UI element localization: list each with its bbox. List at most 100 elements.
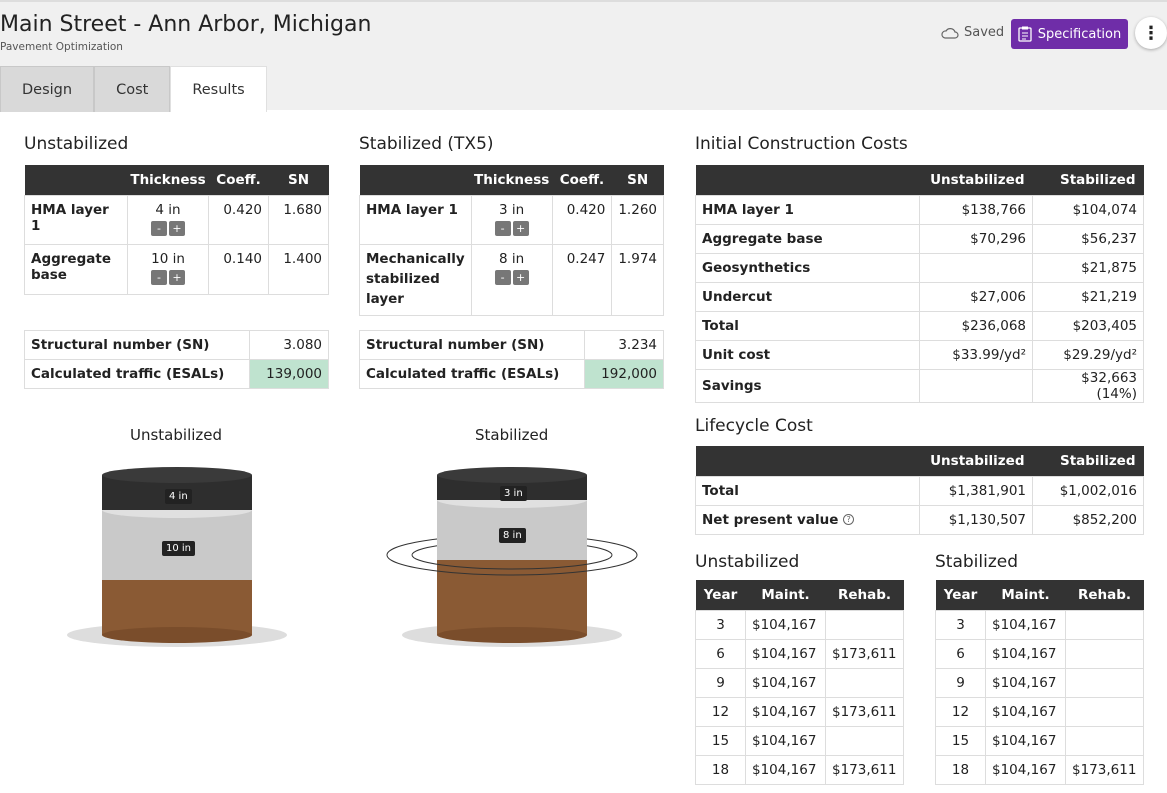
decrease-button[interactable]: - [151,220,167,236]
cost-label: Total [695,310,920,341]
col-thickness: Thickness [127,165,209,195]
thickness-badge: 8 in [499,528,526,543]
year-cell: 15 [935,725,986,756]
increase-button[interactable]: + [512,269,529,285]
col-blank [24,165,128,195]
maint-cell: $104,167 [985,696,1066,727]
coeff-value: 0.420 [208,194,269,245]
decrease-button[interactable]: - [494,269,511,285]
col-maint: Maint. [745,580,826,610]
thickness-badge: 3 in [500,486,527,501]
table-row: Calculated traffic (ESALs) 192,000 [359,359,664,389]
table-row: Structural number (SN) 3.080 [24,330,329,360]
sn-value: 1.400 [268,243,329,295]
more-vertical-icon: ⋮ [1142,22,1160,44]
table-row: 9 $104,167 [695,667,904,698]
table-row: Undercut $27,006 $21,219 [695,281,1144,312]
unstabilized-cost: $236,068 [919,310,1033,341]
increase-button[interactable]: + [169,269,185,285]
help-icon[interactable]: ? [843,514,855,525]
thickness-stepper: - + [134,269,202,285]
saved-status: Saved [941,25,1004,40]
cloud-icon [941,27,959,39]
col-sn: SN [268,165,329,195]
unstabilized-cost: $70,296 [919,223,1033,254]
year-cell: 6 [935,638,986,669]
rehab-cell [1065,725,1144,756]
thickness-cell: 10 in - + [127,243,209,295]
unstabilized-cost: $1,130,507 [919,504,1033,535]
increase-button[interactable]: + [169,220,185,236]
unstabilized-cost: $138,766 [919,194,1033,225]
traffic-value: 192,000 [584,359,664,389]
table-row: 9 $104,167 [935,667,1144,698]
cost-label: Net present value [702,511,839,528]
table-row: Total $236,068 $203,405 [695,310,1144,341]
col-year: Year [935,580,986,610]
year-cell: 12 [695,696,746,727]
specification-button[interactable]: Specification [1011,19,1128,49]
table-row: HMA layer 1 $138,766 $104,074 [695,194,1144,225]
year-cell: 18 [695,754,746,785]
table-row: Geosynthetics $21,875 [695,252,1144,283]
table-row: 15 $104,167 [695,725,904,756]
rehab-cell: $173,611 [1065,754,1144,785]
table-row: 15 $104,167 [935,725,1144,756]
thickness-value: 10 in [151,250,185,267]
sn-value: 1.680 [268,194,329,245]
more-menu-button[interactable]: ⋮ [1135,17,1167,49]
unstabilized-illustration-title: Unstabilized [130,426,223,444]
table-row: Unit cost $33.99/yd² $29.29/yd² [695,339,1144,370]
col-blank [695,446,920,476]
tab-cost[interactable]: Cost [94,66,171,112]
col-coeff: Coeff. [208,165,269,195]
rehab-cell [825,667,904,698]
rehab-cell [825,609,904,640]
unstabilized-heading: Unstabilized [24,134,129,154]
maint-cell: $104,167 [985,609,1066,640]
thickness-value: 4 in [155,201,181,218]
cost-label: Unit cost [695,339,920,370]
maint-cell: $104,167 [745,725,826,756]
rehab-cell [1065,667,1144,698]
stabilized-cost: $56,237 [1032,223,1144,254]
unstabilized-cost: $1,381,901 [919,475,1033,506]
stabilized-illustration-title: Stabilized [475,426,549,444]
lifecycle-table: Unstabilized Stabilized Total $1,381,901 $… [695,446,1144,535]
cost-label: Total [695,475,920,506]
col-maint: Maint. [985,580,1066,610]
decrease-button[interactable]: - [151,269,167,285]
table-row: 18 $104,167 $173,611 [935,754,1144,785]
tab-results[interactable]: Results [170,66,267,112]
unstabilized-layers-table: Thickness Coeff. SN HMA layer 1 4 in - + … [24,165,329,295]
table-row: Savings $32,663 (14%) [695,368,1144,403]
thickness-value: 8 in [499,250,525,267]
table-row: Mechanically stabilized layer 8 in - + 0.… [359,243,664,316]
tab-design[interactable]: Design [0,66,95,112]
year-cell: 3 [695,609,746,640]
col-rehab: Rehab. [1065,580,1144,610]
maint-cell: $104,167 [985,725,1066,756]
layer-name: Mechanically stabilized layer [359,243,472,316]
col-coeff: Coeff. [552,165,612,195]
table-row: 12 $104,167 $173,611 [695,696,904,727]
unstabilized-cost [919,252,1033,283]
stabilized-cost: $1,002,016 [1032,475,1144,506]
stabilized-schedule-heading: Stabilized [935,552,1019,572]
table-row: 12 $104,167 [935,696,1144,727]
col-year: Year [695,580,746,610]
maint-cell: $104,167 [985,638,1066,669]
sn-total: 3.080 [249,330,329,360]
col-unstabilized: Unstabilized [919,165,1033,195]
stabilized-cost: $29.29/yd² [1032,339,1144,370]
decrease-button[interactable]: - [494,220,511,236]
increase-button[interactable]: + [512,220,529,236]
thickness-stepper: - + [134,220,202,236]
maint-cell: $104,167 [985,667,1066,698]
saved-label: Saved [964,25,1005,40]
table-row: 6 $104,167 [935,638,1144,669]
table-row: 3 $104,167 [695,609,904,640]
cost-label-cell: Net present value ? [695,504,920,535]
col-stabilized: Stabilized [1032,165,1144,195]
traffic-label: Calculated traffic (ESALs) [24,359,250,389]
